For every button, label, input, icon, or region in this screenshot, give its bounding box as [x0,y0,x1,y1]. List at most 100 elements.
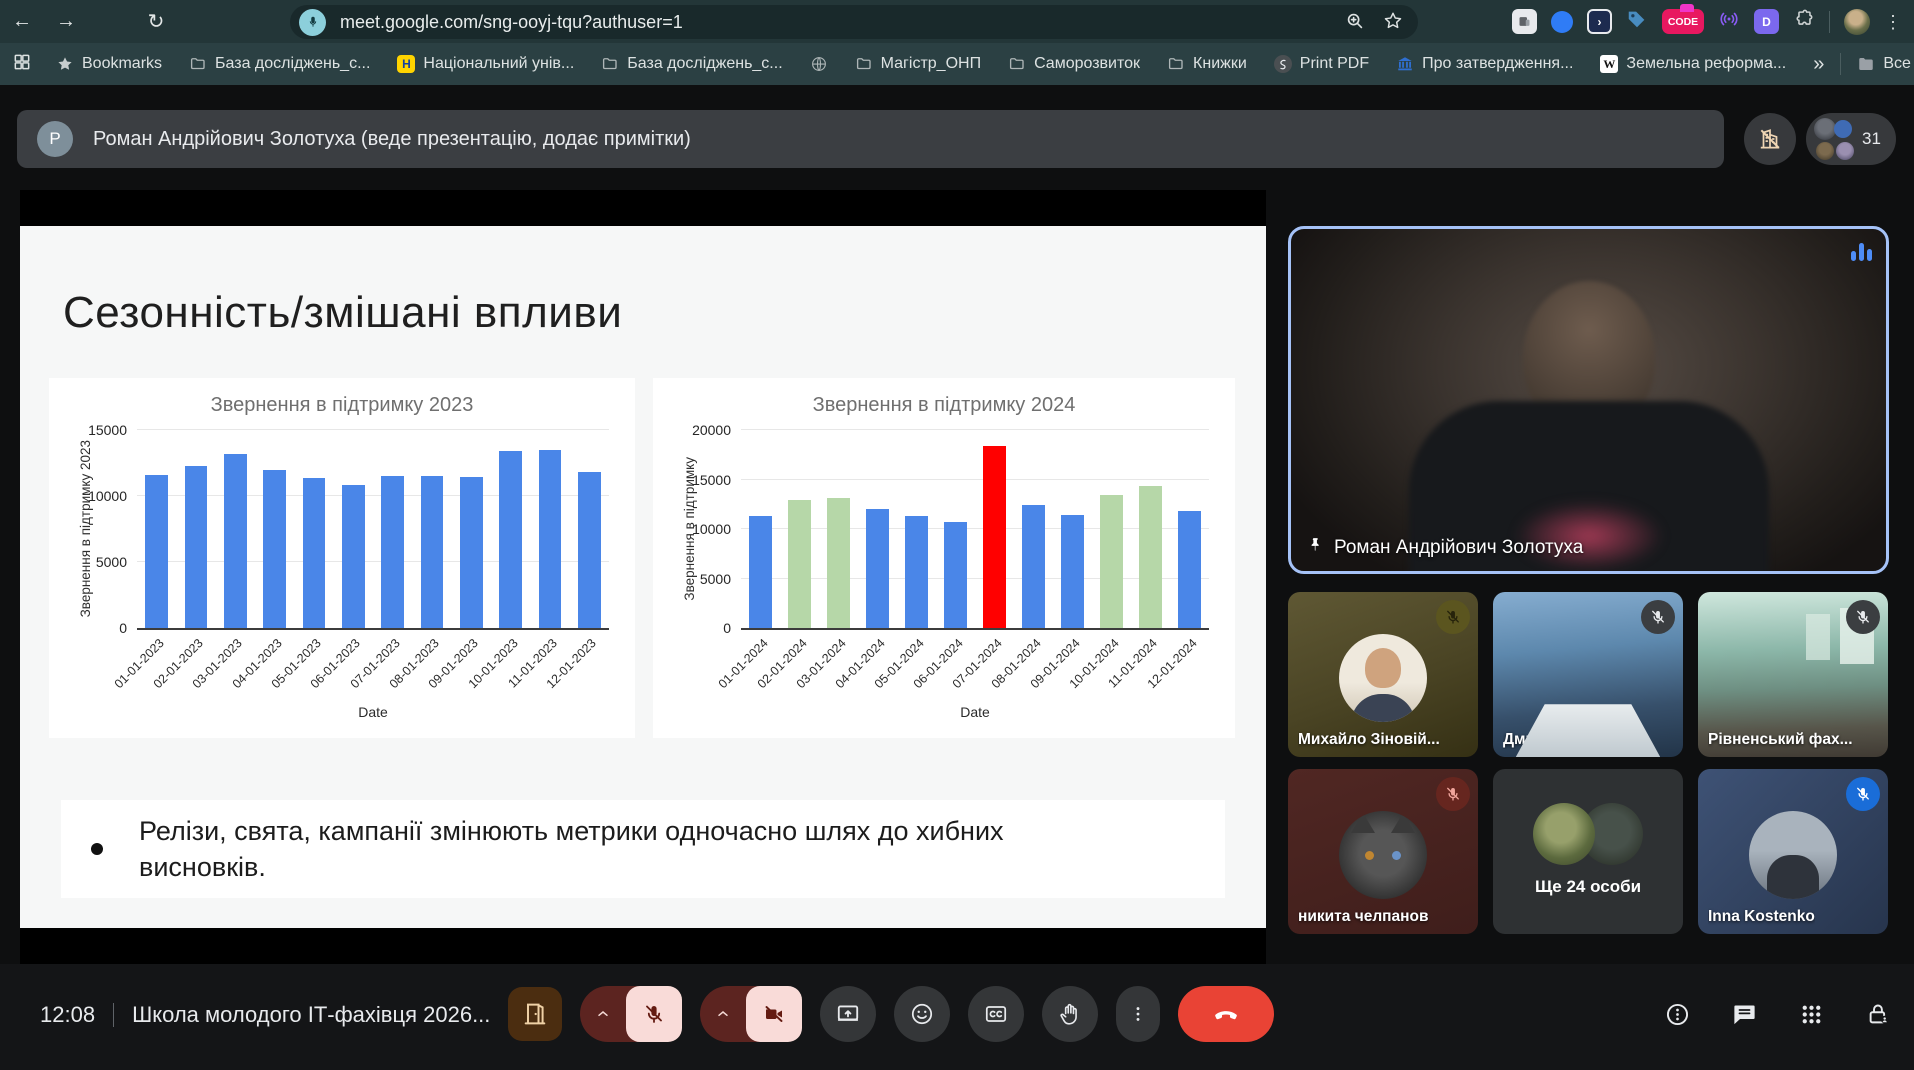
bar [866,509,889,628]
participant-name: Дмитро Кочур [1503,731,1612,748]
all-bookmarks-button[interactable]: Все закладки [1857,55,1914,73]
bookmark-label: Bookmarks [82,55,163,72]
clock-time: 12:08 [40,1002,96,1027]
participant-tile[interactable]: Ще 24 особи [1493,769,1683,934]
bar-slot [452,430,491,628]
participant-tile[interactable]: никита челпанов [1288,769,1478,934]
bookmark-item[interactable]: База досліджень_с... [189,55,370,73]
mic-off-badge [1846,777,1880,811]
bar [145,474,169,628]
zoom-page-icon[interactable] [1344,10,1366,37]
camera-control[interactable] [700,986,802,1042]
extension-signal-icon[interactable] [1718,8,1740,35]
x-slot: 12-01-2023 [544,628,609,692]
chat-icon[interactable] [1731,1001,1758,1028]
participant-tile[interactable]: Михайло Зіновій... [1288,592,1478,757]
forward-icon[interactable]: → [44,10,88,33]
bookmark-item[interactable]: База досліджень_с... [601,55,783,73]
back-icon[interactable]: ← [0,10,44,33]
bookmark-item[interactable]: W Земельна реформа... [1600,55,1786,73]
profile-avatar[interactable] [1844,8,1870,35]
bar-slot [294,430,333,628]
bookmark-item[interactable]: Н Національний унів... [397,55,574,73]
bookmark-star-icon[interactable] [1382,10,1404,37]
extension-tags-icon[interactable] [1626,8,1648,35]
mic-permission-icon[interactable] [299,8,326,36]
participants-count-button[interactable]: 31 [1806,113,1896,165]
extension-code-badge[interactable]: CODE [1662,4,1704,34]
bookmark-item[interactable]: Bookmarks [56,55,162,73]
bookmark-item[interactable]: Магістр_ОНП [855,55,981,73]
participant-tile[interactable]: Inna Kostenko [1698,769,1888,934]
bookmark-label: Магістр_ОНП [880,55,982,72]
bar-slot [1053,430,1092,628]
activities-icon[interactable] [1664,1001,1691,1028]
camera-options-chevron[interactable] [700,986,746,1042]
apps-grid-icon[interactable] [12,52,32,77]
y-tick-label: 15000 [692,471,731,488]
extension-arrow-icon[interactable]: › [1587,9,1612,34]
extension-d-icon[interactable]: D [1754,9,1779,34]
host-controls-lock-icon[interactable] [1865,1001,1892,1028]
bookmark-item[interactable] [810,55,828,73]
bar-slot [1170,430,1209,628]
slide-title: Сезонність/змішані впливи [63,288,623,337]
present-screen-button[interactable] [820,986,876,1042]
bullet-dot [91,843,103,855]
participant-name: Михайло Зіновій... [1298,731,1440,748]
mic-options-chevron[interactable] [580,986,626,1042]
bookmark-item[interactable]: Про затвердження... [1396,55,1573,73]
bar [1061,514,1084,628]
cat-eye [1392,851,1401,860]
bookmark-item[interactable]: Книжки [1167,55,1247,73]
x-axis-title: Date [358,704,388,720]
building-off-button[interactable] [1744,113,1796,165]
presenter-avatar: P [37,121,73,157]
url-text[interactable]: meet.google.com/sng-ooyj-tqu?authuser=1 [340,12,683,33]
bar-slot [1131,430,1170,628]
bars-area [741,430,1209,628]
reload-icon[interactable]: ↻ [134,9,178,34]
bookmarks-overflow-chevron[interactable]: » [1813,53,1824,76]
bar-slot [137,430,176,628]
captions-button[interactable] [968,986,1024,1042]
bookmark-item[interactable]: Print PDF [1273,55,1369,73]
cat-eye [1365,851,1374,860]
participant-tile[interactable]: Рівненський фах... [1698,592,1888,757]
extension-bip-icon[interactable] [1512,9,1537,34]
y-tick-label: 5000 [699,570,731,587]
browser-menu-icon[interactable]: ⋮ [1884,13,1902,31]
more-options-button[interactable] [1116,986,1160,1042]
mic-off-button[interactable] [626,986,682,1042]
end-call-button[interactable] [1178,986,1274,1042]
mic-control[interactable] [580,986,682,1042]
bookmark-item[interactable]: Саморозвиток [1008,55,1140,73]
bar [1100,495,1123,628]
bar-slot [819,430,858,628]
participant-tile[interactable]: Дмитро Кочур [1493,592,1683,757]
quick-leave-door-button[interactable] [508,987,562,1041]
bar-slot [741,430,780,628]
bookmark-label: Книжки [1193,55,1247,72]
raise-hand-button[interactable] [1042,986,1098,1042]
reactions-button[interactable] [894,986,950,1042]
bar-slot [1014,430,1053,628]
extensions-puzzle-icon[interactable] [1793,8,1815,35]
bar-slot [373,430,412,628]
meet-control-bar: 12:08 Школа молодого ІТ-фахівця 2026... [0,964,1914,1070]
address-bar[interactable]: meet.google.com/sng-ooyj-tqu?authuser=1 [290,5,1418,39]
mic-off-badge [1436,600,1470,634]
chart-plot-area: Звернення в підтримку 2023 0 5000 10000 1500… [78,422,609,691]
bar-slot [570,430,609,628]
main-speaker-tile[interactable]: Роман Андрійович Золотуха [1288,226,1889,574]
main-speaker-name: Роман Андрійович Золотуха [1334,536,1584,558]
apps-dots-icon[interactable] [1798,1001,1825,1028]
extension-blue-dot-icon[interactable] [1551,10,1573,33]
bar [1022,505,1045,628]
camera-off-button[interactable] [746,986,802,1042]
all-bookmarks-label: Все закладки [1883,55,1914,72]
bar-slot [780,430,819,628]
y-tick-label: 10000 [88,488,127,505]
bookmark-label: База досліджень_с... [627,55,783,72]
bar [459,476,483,628]
